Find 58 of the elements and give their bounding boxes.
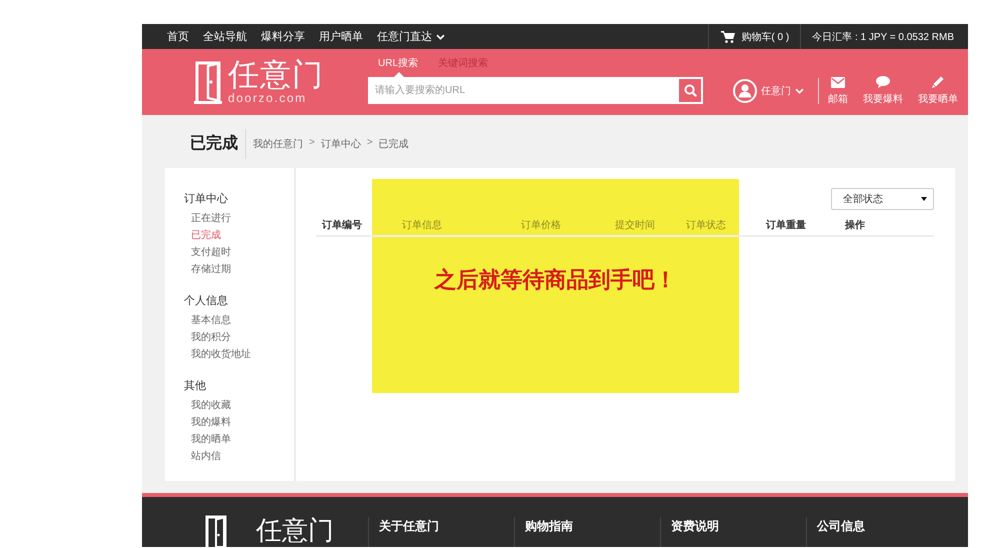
header-action-link[interactable]: 我要晒单 (918, 76, 958, 106)
footer-column-title: 购物指南 (525, 519, 573, 533)
sidebar-item[interactable]: 存储过期 (191, 261, 231, 278)
column-header: 订单价格 (521, 220, 561, 231)
footer-column-title: 公司信息 (817, 519, 865, 533)
sidebar-item[interactable]: 我的爆料 (191, 414, 231, 431)
search-button[interactable] (677, 77, 703, 104)
envelope-icon (831, 76, 845, 88)
column-header: 操作 (845, 220, 865, 231)
sidebar-item[interactable]: 站内信 (191, 448, 221, 465)
exchange-rate: 今日汇率 : 1 JPY = 0.0532 RMB (811, 30, 955, 44)
nav-link[interactable]: 爆料分享 (261, 29, 305, 44)
cart-icon (721, 30, 736, 42)
footer-column-title: 关于任意门 (379, 519, 439, 533)
status-select[interactable]: 全部状态 (831, 188, 934, 210)
sidebar-group-title: 个人信息 (184, 294, 228, 309)
header-action-link[interactable]: 邮箱 (828, 76, 848, 106)
column-header: 订单编号 (322, 220, 362, 231)
nav-link[interactable]: 任意门直达 (377, 29, 445, 44)
user-menu[interactable]: 任意门 (733, 79, 804, 103)
sidebar-item[interactable]: 我的收货地址 (191, 346, 251, 363)
breadcrumb-separator: > (309, 137, 315, 150)
footer-column-title: 资费说明 (671, 519, 719, 533)
header-action-link[interactable]: 我要爆料 (863, 76, 903, 106)
caret-down-icon (921, 197, 927, 201)
column-header: 订单信息 (402, 220, 442, 231)
sidebar-group-title: 订单中心 (184, 192, 228, 207)
avatar-icon (733, 79, 757, 103)
search-tab[interactable]: URL搜索 (378, 58, 418, 70)
footer-logo-text[interactable]: 任意门 (256, 516, 334, 544)
search-field[interactable]: 请输入要搜索的URL (368, 77, 677, 104)
breadcrumb-link[interactable]: 我的任意门 (253, 137, 303, 151)
column-header: 订单状态 (686, 220, 726, 231)
sidebar-item[interactable]: 基本信息 (191, 312, 231, 329)
column-header: 订单重量 (766, 220, 806, 231)
door-logo-icon (194, 60, 222, 104)
nav-link[interactable]: 用户晒单 (319, 29, 363, 44)
column-header: 提交时间 (615, 220, 655, 231)
sidebar-item[interactable]: 我的积分 (191, 329, 231, 346)
chevron-down-icon (795, 88, 804, 94)
tab-pointer-icon (394, 72, 404, 77)
search-icon (684, 84, 696, 97)
sidebar-item[interactable]: 我的晒单 (191, 431, 231, 448)
sidebar-group-title: 其他 (184, 379, 206, 394)
logo-text[interactable]: 任意门 (228, 59, 324, 91)
nav-link[interactable]: 首页 (167, 29, 189, 44)
page-title: 已完成 (190, 129, 246, 159)
breadcrumb-separator: > (366, 137, 373, 150)
door-logo-icon (205, 515, 227, 547)
nav-link[interactable]: 全站导航 (203, 29, 247, 44)
sidebar-item[interactable]: 已完成 (191, 227, 221, 244)
speech-bubble-icon (876, 76, 890, 88)
breadcrumb-link[interactable]: 已完成 (378, 137, 409, 151)
sidebar-item[interactable]: 支付超时 (191, 244, 231, 261)
pencil-icon (932, 76, 944, 88)
sidebar-item[interactable]: 我的收藏 (191, 397, 231, 414)
sidebar-item[interactable]: 正在进行 (191, 210, 231, 227)
breadcrumb-link[interactable]: 订单中心 (320, 137, 361, 151)
